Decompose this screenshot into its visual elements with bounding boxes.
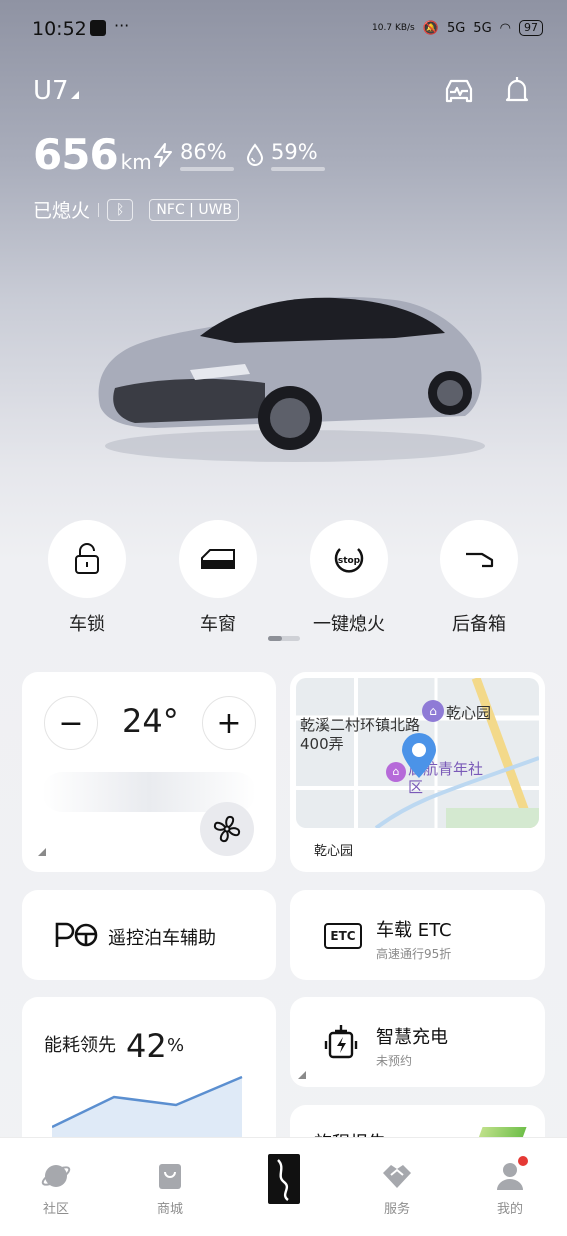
bottom-tab-bar: 社区 商城 服务 我的 [0, 1137, 567, 1236]
charger-icon [324, 1025, 358, 1059]
car-diagnostics-icon[interactable] [442, 74, 476, 108]
tab-service-label: 服务 [383, 1202, 410, 1217]
range-unit: km [120, 150, 152, 174]
climate-card[interactable]: − 24° + [22, 672, 276, 872]
window-label: 车窗 [200, 614, 236, 635]
energy-card[interactable]: 能耗领先 42 % [22, 997, 276, 1157]
bluetooth-icon[interactable]: ᛒ [107, 198, 134, 221]
smart-charge-text: 智慧充电 未预约 [376, 1023, 448, 1069]
etc-title: 车载 ETC [376, 920, 452, 941]
charge-percent: 86% [180, 140, 227, 164]
etc-text: 车载 ETC 高速通行95折 [376, 916, 452, 962]
quick-control-lock[interactable]: 车锁 [48, 520, 126, 636]
parking-assist-title: 遥控泊车辅助 [108, 928, 216, 949]
map-location-pin-icon [402, 733, 436, 778]
temperature-value: 24° [122, 702, 179, 740]
fuel-meter: 59% [245, 140, 325, 171]
tab-profile[interactable]: 我的 [470, 1156, 550, 1217]
etc-icon: ETC [324, 923, 362, 949]
etc-card[interactable]: ETC 车载 ETC 高速通行95折 [290, 890, 545, 980]
map-view[interactable]: ⌂ 乾心园 乾溪二村环镇北路400弄 ⌂ 启航青年社区 [296, 678, 539, 828]
lock-icon [48, 520, 126, 598]
notification-dot [518, 1156, 528, 1166]
vehicle-model-selector[interactable]: U7 [33, 76, 79, 106]
map-poi-label: 乾心园 [446, 704, 492, 722]
tab-community-label: 社区 [42, 1202, 69, 1217]
network-5g-1: 5G [446, 20, 466, 36]
card-corner-icon [298, 1071, 306, 1079]
lock-label: 车锁 [69, 614, 105, 635]
planet-icon [40, 1160, 72, 1192]
dropdown-corner-icon [70, 91, 79, 99]
page-indicator [268, 636, 300, 641]
remote-parking-card[interactable]: 遥控泊车辅助 [22, 890, 276, 980]
range-value: 656 [33, 130, 119, 179]
status-icons: 10.7 KB/s 🔕 5G 5G ◠ 97 [372, 20, 543, 36]
battery-indicator: 97 [519, 20, 543, 36]
tab-community[interactable]: 社区 [16, 1160, 96, 1217]
status-bar: 10:52 ··· 10.7 KB/s 🔕 5G 5G ◠ 97 [0, 0, 567, 60]
vehicle-image [98, 297, 485, 462]
fuel-bar [271, 167, 325, 171]
vehicle-status-row: 已熄火 ᛒ NFC | UWB [33, 196, 240, 223]
etc-subtitle: 高速通行95折 [376, 947, 452, 961]
temp-increase-button[interactable]: + [202, 696, 256, 750]
energy-unit: % [167, 1035, 185, 1056]
page-indicator-active [268, 636, 282, 641]
fuel-drop-icon [246, 142, 264, 166]
location-card[interactable]: ⌂ 乾心园 乾溪二村环镇北路400弄 ⌂ 启航青年社区 乾心园 [290, 672, 545, 872]
fan-button[interactable] [200, 802, 254, 856]
power-state: 已熄火 [33, 200, 91, 222]
digital-key-chip[interactable]: NFC | UWB [149, 198, 240, 221]
quick-control-stop-engine[interactable]: stop 一键熄火 [310, 520, 388, 636]
energy-label: 能耗领先 [44, 1035, 116, 1056]
mute-icon: 🔕 [422, 20, 439, 36]
brand-logo-icon [268, 1154, 300, 1204]
fuel-percent: 59% [271, 140, 318, 164]
more-notifications-icon: ··· [114, 16, 130, 35]
lightning-icon [154, 142, 172, 167]
tab-home[interactable] [244, 1154, 324, 1210]
status-time: 10:52 [32, 18, 87, 40]
trunk-label: 后备箱 [452, 614, 506, 635]
energy-trend-chart [52, 1075, 243, 1139]
card-corner-icon [38, 848, 46, 856]
app-notification-icon [90, 20, 106, 36]
smart-charge-card[interactable]: 智慧充电 未预约 [290, 997, 545, 1087]
quick-control-trunk[interactable]: 后备箱 [440, 520, 518, 636]
smart-charge-title: 智慧充电 [376, 1027, 448, 1048]
energy-value: 42 [126, 1027, 167, 1065]
charge-bar [180, 167, 234, 171]
shopping-bag-icon [154, 1160, 186, 1192]
divider [98, 202, 100, 217]
trunk-icon [440, 520, 518, 598]
profile-icon [494, 1156, 528, 1192]
handshake-icon [381, 1160, 413, 1192]
net-speed: 10.7 KB/s [372, 22, 415, 33]
tab-shop-label: 商城 [156, 1202, 183, 1217]
svg-text:stop: stop [338, 556, 361, 566]
tab-service[interactable]: 服务 [357, 1160, 437, 1217]
tab-profile-label: 我的 [496, 1202, 523, 1217]
parking-steering-icon [55, 922, 98, 947]
temp-decrease-button[interactable]: − [44, 696, 98, 750]
tab-shop[interactable]: 商城 [130, 1160, 210, 1217]
network-5g-2: 5G [473, 20, 492, 36]
fan-icon [213, 815, 241, 843]
vehicle-model: U7 [33, 76, 69, 106]
current-location-label: 乾心园 [314, 844, 354, 859]
quick-control-window[interactable]: 车窗 [179, 520, 257, 636]
notification-bell-icon[interactable] [500, 74, 534, 108]
car-window-icon [179, 520, 257, 598]
stop-icon: stop [310, 520, 388, 598]
wifi-icon: ◠ [499, 20, 511, 36]
stop-engine-label: 一键熄火 [313, 614, 385, 635]
battery-charge-meter: 86% [152, 140, 234, 171]
driving-range: 656 km [33, 130, 152, 179]
smart-charge-subtitle: 未预约 [376, 1054, 413, 1068]
